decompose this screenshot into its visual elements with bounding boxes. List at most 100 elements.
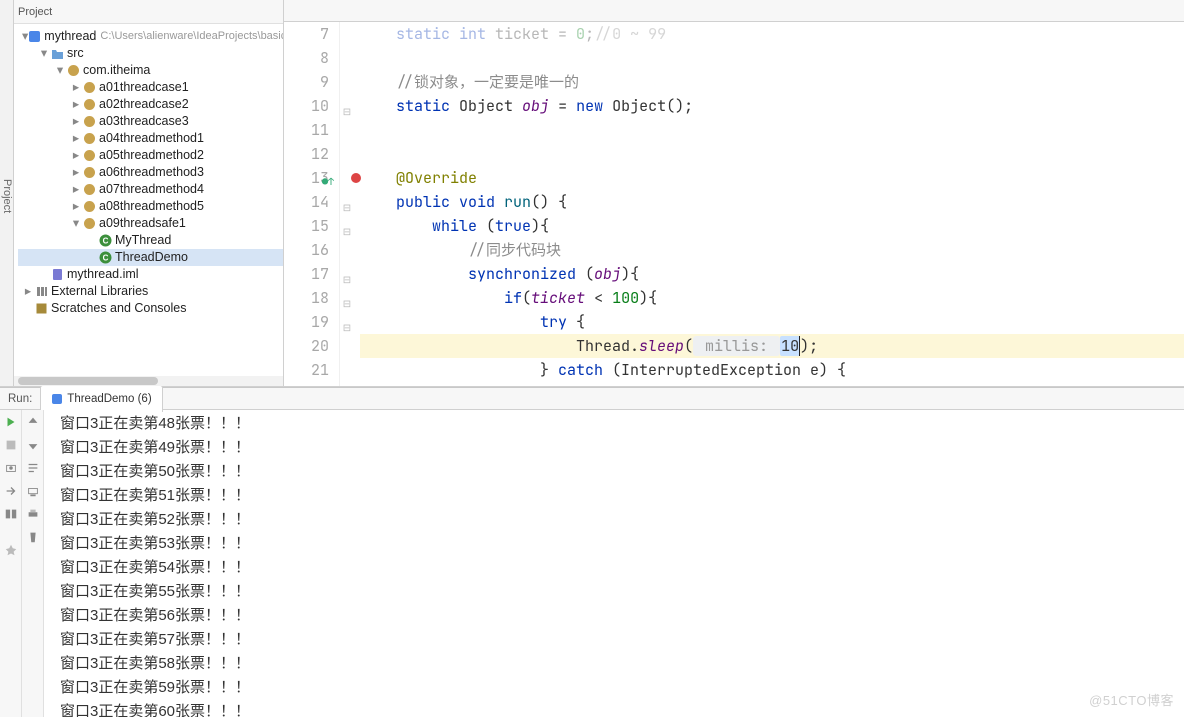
code-line-8[interactable] xyxy=(360,46,1184,70)
code-line-20[interactable]: Thread.sleep( millis: 10); xyxy=(360,334,1184,358)
folder-src-icon xyxy=(50,47,64,61)
tree-label: src xyxy=(67,45,84,62)
fold-toggle[interactable]: ⊟ xyxy=(340,190,354,214)
console-line: 窗口3正在卖第51张票！！！ xyxy=(60,484,1184,508)
tree-a04threadmethod1[interactable]: ▸ a04threadmethod1 xyxy=(18,130,283,147)
run-label: Run: xyxy=(0,388,40,410)
tree-arrow[interactable]: ▸ xyxy=(70,198,82,215)
tree-src[interactable]: ▾ src xyxy=(18,45,283,62)
tree-label: a07threadmethod4 xyxy=(99,181,204,198)
tree-arrow[interactable]: ▸ xyxy=(70,79,82,96)
code-line-11[interactable] xyxy=(360,118,1184,142)
klass-icon: C xyxy=(98,234,112,248)
tree-arrow[interactable]: ▸ xyxy=(70,164,82,181)
code-line-9[interactable]: //锁对象，一定要是唯一的 xyxy=(360,70,1184,94)
editor: x 78910111213●↑141516171819202122 ⊟⊟⊟⊟⊟⊟… xyxy=(284,0,1184,386)
klass-icon: C xyxy=(98,251,112,265)
tree-a01threadcase1[interactable]: ▸ a01threadcase1 xyxy=(18,79,283,96)
code-line-16[interactable]: //同步代码块 xyxy=(360,238,1184,262)
fold-toggle[interactable]: ⊟ xyxy=(340,262,354,286)
layout-button[interactable] xyxy=(3,506,19,522)
tree-a02threadcase2[interactable]: ▸a02threadcase2 xyxy=(18,96,283,113)
code-line-15[interactable]: while (true){ xyxy=(360,214,1184,238)
tree-a05threadmethod2[interactable]: ▸ a05threadmethod2 xyxy=(18,147,283,164)
svg-text:C: C xyxy=(102,254,108,263)
fold-toggle xyxy=(340,382,354,386)
console-output[interactable]: 窗口3正在卖第48张票！！！窗口3正在卖第49张票！！！窗口3正在卖第50张票！… xyxy=(44,410,1184,717)
tree-mythread-iml[interactable]: mythread.iml xyxy=(18,266,283,283)
tree-arrow[interactable]: ▸ xyxy=(70,130,82,147)
editor-tabs[interactable]: x xyxy=(284,0,1184,22)
tree-a03threadcase3[interactable]: ▸a03threadcase3 xyxy=(18,113,283,130)
tree-external-libraries[interactable]: ▸ External Libraries xyxy=(18,283,283,300)
code-line-21[interactable]: } catch (InterruptedException e) { xyxy=(360,358,1184,382)
console-line: 窗口3正在卖第57张票！！！ xyxy=(60,628,1184,652)
code-line-18[interactable]: if(ticket < 100){ xyxy=(360,286,1184,310)
tree-mythread[interactable]: ▾mythreadC:\Users\alienware\IdeaProjects… xyxy=(18,28,283,45)
tree-mythread[interactable]: CMyThread xyxy=(18,232,283,249)
dump-button[interactable] xyxy=(3,460,19,476)
code-line-7[interactable]: static int ticket = 0;//0 ~ 99 xyxy=(360,22,1184,46)
tree-a07threadmethod4[interactable]: ▸ a07threadmethod4 xyxy=(18,181,283,198)
project-tree[interactable]: ▾mythreadC:\Users\alienware\IdeaProjects… xyxy=(14,24,283,317)
tree-threaddemo[interactable]: C ThreadDemo xyxy=(18,249,283,266)
scroll-end-button[interactable] xyxy=(25,483,41,499)
svg-text:C: C xyxy=(102,237,108,246)
code-line-13[interactable]: @Override xyxy=(360,166,1184,190)
tree-label: com.itheima xyxy=(83,62,150,79)
tree-a06threadmethod3[interactable]: ▸a06threadmethod3 xyxy=(18,164,283,181)
tree-label: a01threadcase1 xyxy=(99,79,189,96)
fold-toggle xyxy=(340,22,354,46)
tree-label: External Libraries xyxy=(51,283,148,300)
fold-toggle[interactable]: ⊟ xyxy=(340,94,354,118)
project-hscrollbar[interactable] xyxy=(14,376,283,386)
tree-com-itheima[interactable]: ▾ com.itheima xyxy=(18,62,283,79)
clear-button[interactable] xyxy=(25,529,41,545)
code-line-19[interactable]: try { xyxy=(360,310,1184,334)
fold-toggle xyxy=(340,142,354,166)
tree-path-hint: C:\Users\alienware\IdeaProjects\basic- xyxy=(100,28,284,45)
tree-a09threadsafe1[interactable]: ▾a09threadsafe1 xyxy=(18,215,283,232)
soft-wrap-button[interactable] xyxy=(25,460,41,476)
fold-column[interactable]: ⊟⊟⊟⊟⊟⊟ xyxy=(340,22,354,386)
line-gutter[interactable]: 78910111213●↑141516171819202122 xyxy=(284,22,340,386)
pkg-icon xyxy=(82,217,96,231)
tree-label: Scratches and Consoles xyxy=(51,300,187,317)
tree-label: a05threadmethod2 xyxy=(99,147,204,164)
project-side-tab[interactable]: Project xyxy=(0,0,14,386)
code-line-17[interactable]: synchronized (obj){ xyxy=(360,262,1184,286)
up-button[interactable] xyxy=(25,414,41,430)
iml-icon xyxy=(50,268,64,282)
exit-button[interactable] xyxy=(3,483,19,499)
tree-arrow[interactable]: ▾ xyxy=(38,45,50,62)
tree-a08threadmethod5[interactable]: ▸a08threadmethod5 xyxy=(18,198,283,215)
console-line: 窗口3正在卖第60张票！！！ xyxy=(60,700,1184,717)
code-line-22[interactable]: e.printStackTrace(); xyxy=(360,382,1184,386)
code-content[interactable]: static int ticket = 0;//0 ~ 99 //锁对象，一定要… xyxy=(354,22,1184,386)
tree-arrow[interactable]: ▾ xyxy=(70,215,82,232)
console-line: 窗口3正在卖第53张票！！！ xyxy=(60,532,1184,556)
code-line-14[interactable]: public void run() { xyxy=(360,190,1184,214)
pin-button[interactable] xyxy=(3,542,19,558)
tree-arrow[interactable]: ▸ xyxy=(70,181,82,198)
tree-arrow[interactable]: ▸ xyxy=(70,113,82,130)
pkg-icon xyxy=(82,200,96,214)
run-tab[interactable]: ThreadDemo (6) xyxy=(40,385,162,412)
down-button[interactable] xyxy=(25,437,41,453)
tree-label: a04threadmethod1 xyxy=(99,130,204,147)
tree-label: ThreadDemo xyxy=(115,249,188,266)
tree-arrow[interactable]: ▸ xyxy=(70,147,82,164)
print-button[interactable] xyxy=(25,506,41,522)
code-line-10[interactable]: static Object obj = new Object(); xyxy=(360,94,1184,118)
module-icon xyxy=(28,30,41,44)
rerun-button[interactable] xyxy=(3,414,19,430)
stop-button[interactable] xyxy=(3,437,19,453)
tree-arrow[interactable]: ▸ xyxy=(70,96,82,113)
tree-label: mythread.iml xyxy=(67,266,139,283)
pkg-icon xyxy=(82,183,96,197)
tree-scratches-and-consoles[interactable]: Scratches and Consoles xyxy=(18,300,283,317)
tree-arrow[interactable]: ▾ xyxy=(54,62,66,79)
tree-arrow[interactable]: ▸ xyxy=(22,283,34,300)
console-line: 窗口3正在卖第50张票！！！ xyxy=(60,460,1184,484)
code-line-12[interactable] xyxy=(360,142,1184,166)
